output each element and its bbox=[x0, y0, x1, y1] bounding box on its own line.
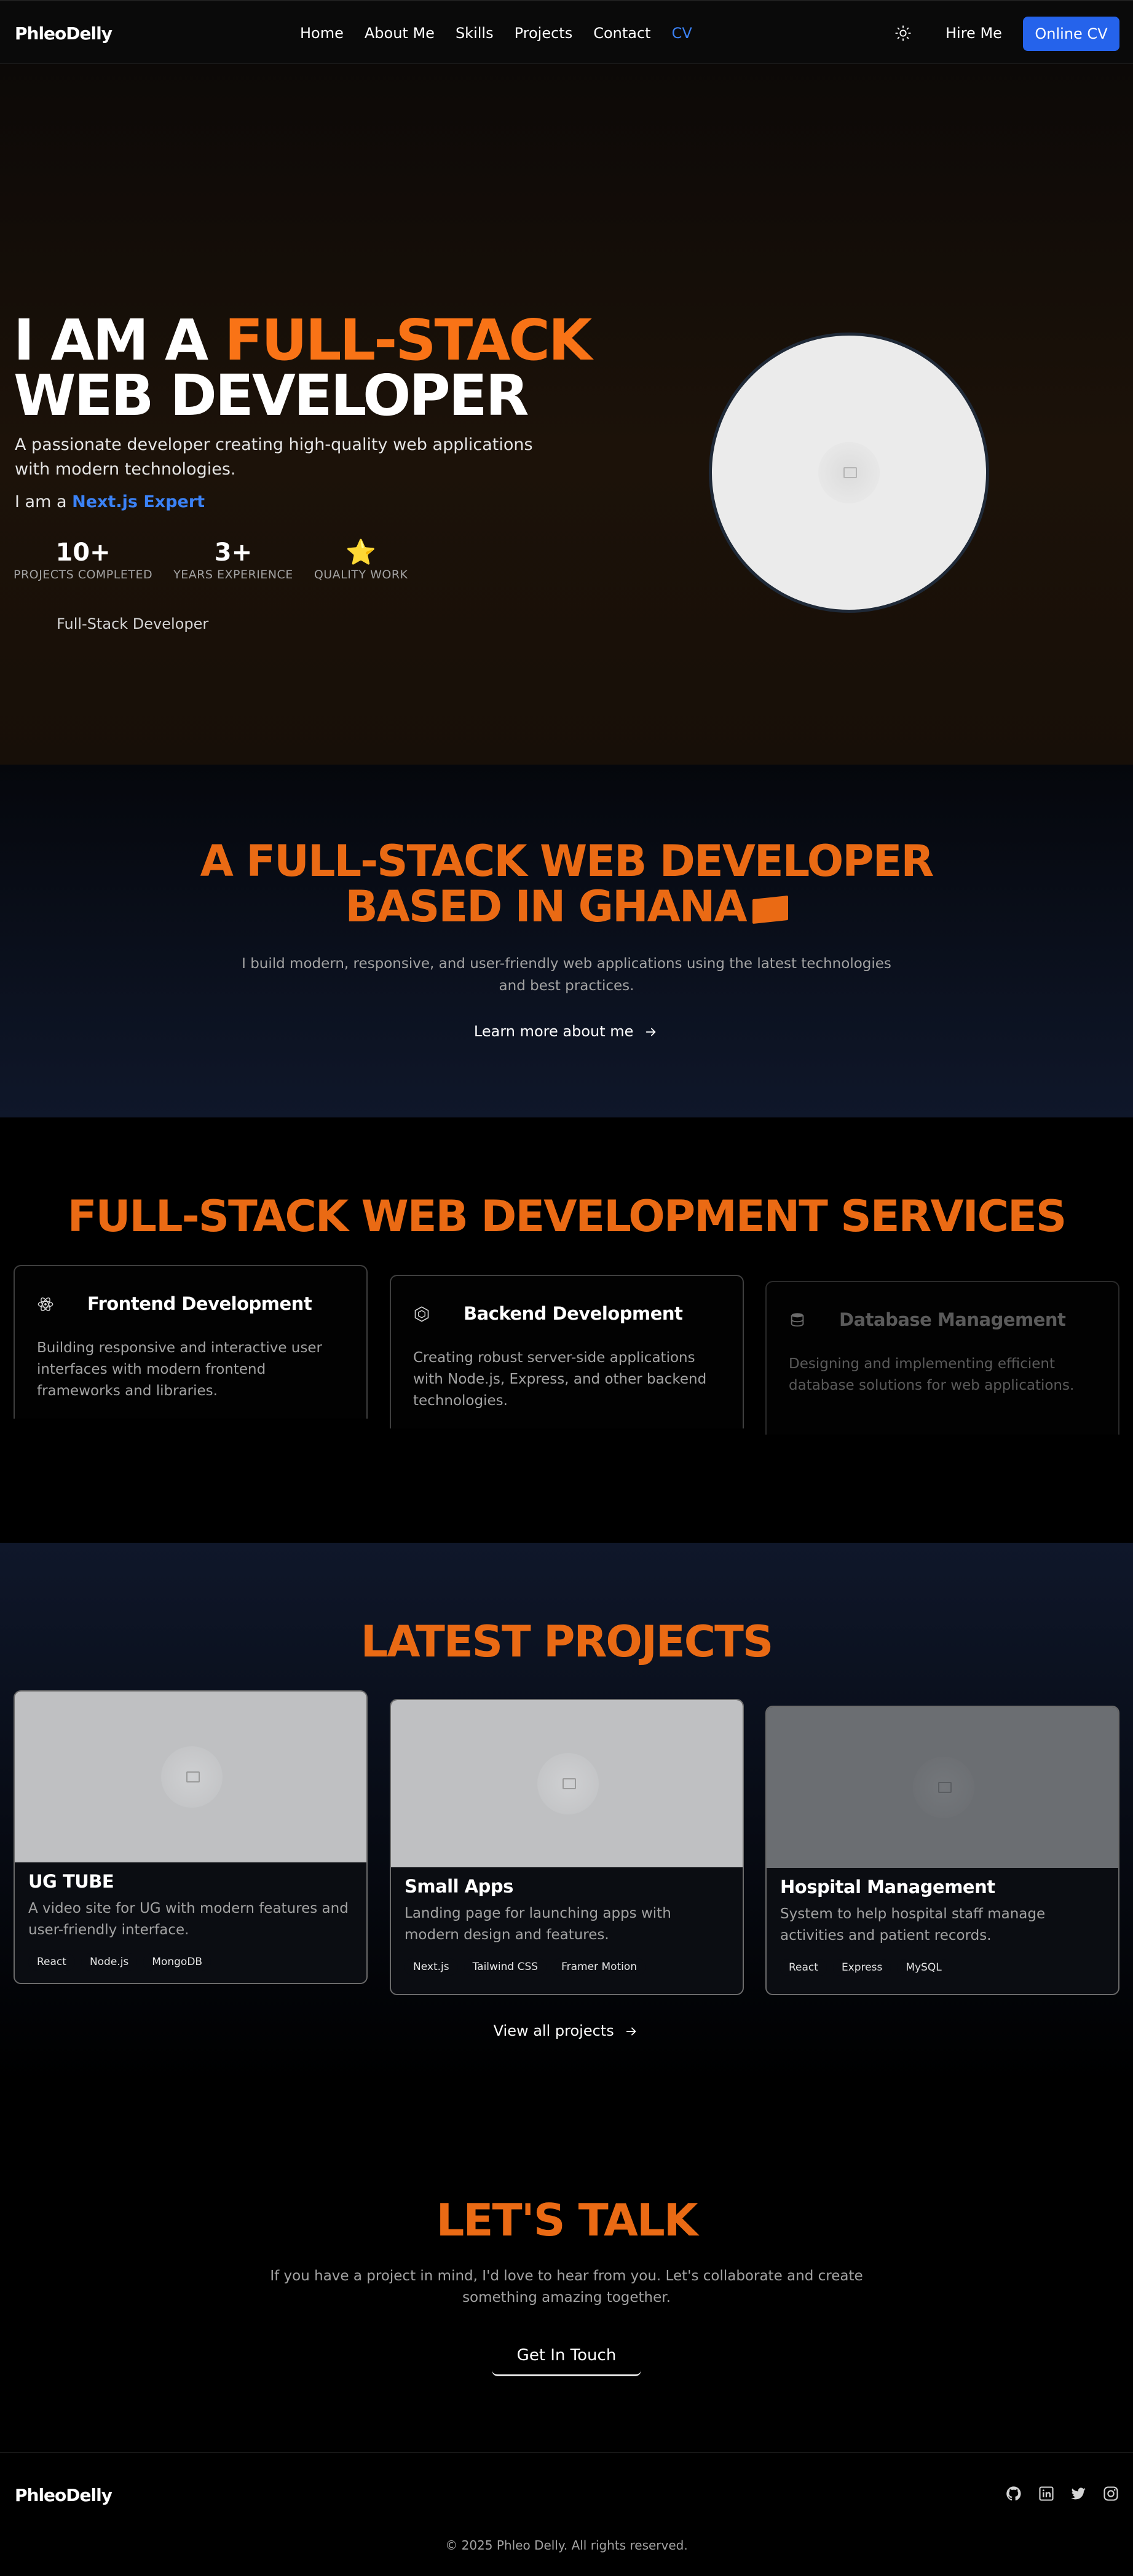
twitter-icon[interactable] bbox=[1070, 2485, 1087, 2502]
footer-logo[interactable]: PhleoDelly bbox=[15, 2485, 113, 2505]
footer: PhleoDelly © 2025 Phleo Delly. All right… bbox=[0, 2452, 1133, 2576]
tech-tag: React bbox=[28, 1953, 75, 1971]
stat-projects: 10+ PROJECTS COMPLETED bbox=[14, 537, 152, 581]
learn-more-link[interactable]: Learn more about me bbox=[0, 1023, 1133, 1040]
tech-tag: React bbox=[780, 1959, 827, 1976]
project-title: Small Apps bbox=[405, 1876, 513, 1897]
get-in-touch-button[interactable]: Get In Touch bbox=[492, 2336, 641, 2376]
projects-title: LATEST PROJECTS bbox=[360, 1617, 774, 1667]
image-placeholder-icon bbox=[161, 1746, 223, 1808]
stat-experience: 3+ YEARS EXPERIENCE bbox=[173, 537, 293, 581]
project-card-hospital-management[interactable]: Hospital Management System to help hospi… bbox=[765, 1706, 1119, 1995]
project-thumbnail bbox=[767, 1707, 1118, 1868]
services-title: FULL-STACK WEB DEVELOPMENT SERVICES bbox=[67, 1191, 1067, 1242]
service-description: Designing and implementing efficient dat… bbox=[789, 1356, 1075, 1393]
project-description: Landing page for launching apps with mod… bbox=[405, 1905, 671, 1943]
nav-link-cv[interactable]: CV bbox=[672, 25, 692, 42]
image-placeholder-icon bbox=[818, 442, 880, 503]
tech-tag: Express bbox=[832, 1959, 891, 1976]
tech-tag: MySQL bbox=[897, 1959, 950, 1976]
stat-label: YEARS EXPERIENCE bbox=[173, 568, 293, 581]
image-placeholder-icon bbox=[537, 1753, 599, 1814]
contact-description: If you have a project in mind, I'd love … bbox=[270, 2268, 863, 2306]
image-placeholder-icon bbox=[913, 1757, 974, 1818]
service-description: Building responsive and interactive user… bbox=[37, 1340, 322, 1399]
nav-link-home[interactable]: Home bbox=[300, 25, 344, 42]
stat-label: PROJECTS COMPLETED bbox=[14, 568, 153, 581]
learn-more-label: Learn more about me bbox=[473, 1023, 634, 1040]
about-title-line1: A FULL-STACK WEB DEVELOPER bbox=[200, 836, 934, 886]
contact-title: LET'S TALK bbox=[436, 2194, 698, 2246]
arrow-right-icon bbox=[626, 2027, 636, 2036]
service-title: Backend Development bbox=[464, 1303, 683, 1324]
tech-tag: Framer Motion bbox=[553, 1958, 646, 1975]
github-icon[interactable] bbox=[1005, 2485, 1022, 2502]
hero-title: I AM A FULL-STACK WEB DEVELOPER bbox=[14, 312, 598, 424]
project-card-ug-tube[interactable]: UG TUBE A video site for UG with modern … bbox=[14, 1690, 368, 1984]
tech-tag: Node.js bbox=[81, 1953, 138, 1971]
service-card-database[interactable]: Database Management Designing and implem… bbox=[765, 1281, 1119, 1435]
tech-tag: Tailwind CSS bbox=[464, 1958, 547, 1975]
stat-quality: ⭐ QUALITY WORK bbox=[314, 537, 408, 581]
about-title-line2: BASED IN GHANA bbox=[345, 881, 747, 932]
project-thumbnail bbox=[15, 1692, 366, 1862]
project-tags: React Node.js MongoDB bbox=[28, 1953, 366, 1971]
star-icon: ⭐ bbox=[345, 538, 377, 567]
iam-prefix: I am a bbox=[15, 492, 73, 511]
copyright-text: © 2025 Phleo Delly. All rights reserved. bbox=[445, 2538, 688, 2553]
nav-link-projects[interactable]: Projects bbox=[515, 25, 573, 42]
arrow-right-icon bbox=[645, 1028, 656, 1036]
service-card-backend[interactable]: Backend Development Creating robust serv… bbox=[390, 1275, 744, 1428]
service-title: Frontend Development bbox=[87, 1293, 312, 1314]
services-section: FULL-STACK WEB DEVELOPMENT SERVICES Fron… bbox=[0, 1117, 1133, 1543]
service-title: Database Management bbox=[839, 1309, 1066, 1330]
hero-subtitle: A passionate developer creating high-qua… bbox=[15, 435, 533, 479]
about-section: A FULL-STACK WEB DEVELOPER BASED IN GHAN… bbox=[0, 765, 1133, 1117]
service-description: Creating robust server-side applications… bbox=[413, 1350, 707, 1409]
nav-links: Home About Me Skills Projects Contact CV bbox=[300, 25, 713, 42]
project-tags: Next.js Tailwind CSS Framer Motion bbox=[405, 1958, 743, 1975]
project-title: UG TUBE bbox=[28, 1871, 114, 1892]
online-cv-button[interactable]: Online CV bbox=[1023, 17, 1119, 51]
stat-label: QUALITY WORK bbox=[314, 568, 408, 581]
avatar bbox=[709, 333, 989, 613]
hero-typing-line: I am a Next.js Expert bbox=[15, 492, 205, 511]
flag-icon bbox=[752, 895, 788, 924]
view-all-label: View all projects bbox=[493, 2022, 614, 2039]
role-caption: Full-Stack Developer bbox=[57, 615, 209, 632]
tech-tag: MongoDB bbox=[143, 1953, 211, 1971]
instagram-icon[interactable] bbox=[1102, 2485, 1119, 2502]
project-thumbnail bbox=[391, 1700, 743, 1867]
navbar: PhleoDelly Home About Me Skills Projects… bbox=[0, 0, 1133, 64]
service-card-frontend[interactable]: Frontend Development Building responsive… bbox=[14, 1265, 368, 1419]
about-description: I build modern, responsive, and user-fri… bbox=[242, 956, 891, 994]
tech-tag: Next.js bbox=[405, 1958, 458, 1975]
hero-section: I AM A FULL-STACK WEB DEVELOPER A passio… bbox=[0, 64, 1133, 765]
site-logo[interactable]: PhleoDelly bbox=[15, 23, 113, 44]
project-tags: React Express MySQL bbox=[780, 1959, 1118, 1976]
react-icon bbox=[38, 1297, 53, 1312]
iam-role: Next.js Expert bbox=[72, 492, 205, 511]
hire-me-link[interactable]: Hire Me bbox=[945, 25, 1002, 42]
stat-value: 10+ bbox=[55, 538, 111, 567]
linkedin-icon[interactable] bbox=[1038, 2485, 1055, 2502]
stat-value: 3+ bbox=[214, 538, 253, 567]
contact-section: LET'S TALK If you have a project in mind… bbox=[0, 2084, 1133, 2452]
hero-stats: 10+ PROJECTS COMPLETED 3+ YEARS EXPERIEN… bbox=[14, 537, 429, 581]
project-description: System to help hospital staff manage act… bbox=[780, 1906, 1046, 1944]
about-title: A FULL-STACK WEB DEVELOPER BASED IN GHAN… bbox=[0, 838, 1133, 929]
database-icon bbox=[791, 1313, 804, 1327]
view-all-projects-link[interactable]: View all projects bbox=[0, 2022, 1133, 2039]
project-title: Hospital Management bbox=[780, 1877, 995, 1897]
sun-icon[interactable] bbox=[894, 25, 912, 42]
project-card-small-apps[interactable]: Small Apps Landing page for launching ap… bbox=[390, 1699, 744, 1995]
nodejs-icon bbox=[414, 1306, 429, 1322]
hero-title-part2: WEB DEVELOPER bbox=[14, 363, 529, 428]
nav-link-about[interactable]: About Me bbox=[365, 25, 435, 42]
projects-section: LATEST PROJECTS UG TUBE A video site for… bbox=[0, 1543, 1133, 2084]
nav-link-skills[interactable]: Skills bbox=[456, 25, 494, 42]
nav-link-contact[interactable]: Contact bbox=[593, 25, 650, 42]
project-description: A video site for UG with modern features… bbox=[28, 1900, 349, 1938]
